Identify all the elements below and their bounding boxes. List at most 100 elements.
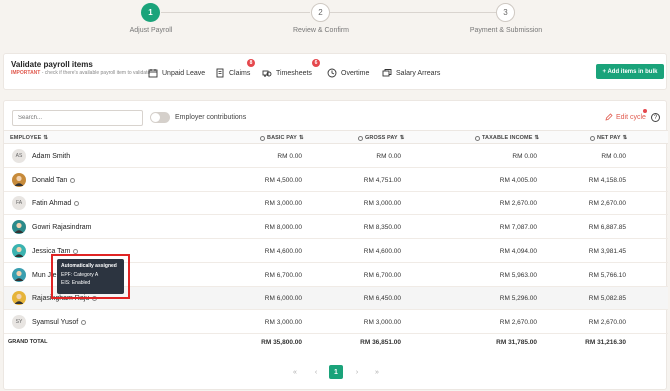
cell-gross: RM 0.00 xyxy=(376,153,401,160)
toolbar-timesheets[interactable]: Timesheets 6 xyxy=(262,59,320,79)
employer-contributions-label: Employer contributions xyxy=(175,114,247,121)
info-icon[interactable] xyxy=(74,201,80,207)
toggle-knob xyxy=(151,113,160,122)
col-taxable-income-label: TAXABLE INCOME xyxy=(482,135,533,141)
cell-basic: RM 6,000.00 xyxy=(264,295,302,303)
clock-icon xyxy=(327,68,337,78)
avatar xyxy=(12,267,26,282)
help-icon[interactable]: ? xyxy=(651,113,660,122)
avatar: AS xyxy=(12,149,26,163)
page-1-button[interactable]: 1 xyxy=(329,365,343,379)
validate-note: IMPORTANT - check if there's available p… xyxy=(11,70,151,77)
cell-basic: RM 0.00 xyxy=(277,153,302,160)
employee-name[interactable]: Gowri Rajasindram xyxy=(32,224,92,231)
cell-gross: RM 6,700.00 xyxy=(363,271,401,279)
cell-basic: RM 3,000.00 xyxy=(264,200,302,208)
toolbar-salary-arrears[interactable]: Salary Arrears xyxy=(382,67,440,79)
cell-taxable: RM 4,094.00 xyxy=(499,247,537,255)
validate-payroll-card: Validate payroll items IMPORTANT - check… xyxy=(3,53,667,90)
edit-cycle-button[interactable]: Edit cycle xyxy=(605,113,646,121)
person-icon xyxy=(14,246,24,257)
table-row[interactable]: SY Syamsul Yusof RM 3,000.00 RM 3,000.00 RM … xyxy=(4,311,668,334)
cell-gross: RM 6,450.00 xyxy=(363,295,401,303)
add-items-in-bulk-button[interactable]: + Add items in bulk xyxy=(596,64,664,79)
table-row[interactable]: Gowri Rajasindram RM 8,000.00 RM 8,350.00 R… xyxy=(4,216,668,240)
table-header: EMPLOYEE ⇅ BASIC PAY ⇅ GROSS PAY ⇅ TAXABLE … xyxy=(4,130,668,144)
employee-name[interactable]: Donald Tan xyxy=(32,176,76,184)
cell-net: RM 2,670.00 xyxy=(588,318,626,326)
claims-count-badge: 8 xyxy=(247,59,255,67)
col-employee[interactable]: EMPLOYEE ⇅ xyxy=(10,135,48,141)
col-net-pay[interactable]: NET PAY ⇅ xyxy=(590,135,627,141)
sort-icon: ⇅ xyxy=(534,135,540,141)
tooltip-epf: EPF: Category A xyxy=(61,271,99,278)
payroll-table-card: Employer contributions Edit cycle ? EMPL… xyxy=(3,100,668,390)
avatar xyxy=(12,220,26,235)
avatar xyxy=(12,243,26,258)
stepper-connector xyxy=(161,12,310,13)
step-1-circle[interactable]: 1 xyxy=(141,3,160,22)
employee-name[interactable]: Fatin Ahmad xyxy=(32,200,80,207)
cell-gross: RM 8,350.00 xyxy=(363,224,401,232)
info-icon xyxy=(590,135,595,141)
cell-net: RM 0.00 xyxy=(601,153,626,160)
stepper-connector xyxy=(330,12,496,13)
col-net-pay-label: NET PAY xyxy=(597,135,621,141)
prev-page-button[interactable]: ‹ xyxy=(309,365,323,379)
person-icon xyxy=(14,222,24,234)
col-basic-pay-label: BASIC PAY xyxy=(267,135,297,141)
stack-icon xyxy=(382,69,392,77)
next-page-button[interactable]: › xyxy=(350,365,364,379)
employer-contributions-toggle[interactable] xyxy=(150,112,170,123)
employee-name-text: Syamsul Yusof xyxy=(32,318,79,326)
col-taxable-income[interactable]: TAXABLE INCOME ⇅ xyxy=(475,135,539,141)
employee-name[interactable]: Adam Smith xyxy=(32,153,70,160)
cell-gross: RM 4,600.00 xyxy=(363,247,401,255)
sort-icon: ⇅ xyxy=(298,135,304,141)
cell-basic: RM 6,700.00 xyxy=(264,271,302,279)
grand-total-label: GRAND TOTAL xyxy=(8,339,48,345)
person-icon xyxy=(14,270,24,281)
grand-total-gross-pay: RM 36,851.00 xyxy=(360,339,401,346)
col-gross-pay[interactable]: GROSS PAY ⇅ xyxy=(358,135,404,141)
table-row[interactable]: AS Adam Smith RM 0.00 RM 0.00 RM 0.00 RM 0.00 xyxy=(4,145,668,168)
info-icon xyxy=(260,135,265,141)
col-gross-pay-label: GROSS PAY xyxy=(365,135,398,141)
toolbar-overtime[interactable]: Overtime xyxy=(327,67,369,79)
cell-net: RM 5,766.10 xyxy=(588,271,626,279)
step-2-label: Review & Confirm xyxy=(292,27,349,34)
employee-name-text: Gowri Rajasindram xyxy=(32,224,92,232)
info-icon[interactable] xyxy=(70,177,76,183)
avatar: FA xyxy=(12,196,26,211)
cell-taxable: RM 2,670.00 xyxy=(499,318,537,326)
cell-net: RM 2,670.00 xyxy=(588,200,626,208)
toolbar-label: Timesheets xyxy=(276,69,312,77)
first-page-button[interactable]: « xyxy=(288,365,302,379)
validate-title: Validate payroll items xyxy=(11,60,93,69)
table-row[interactable]: Donald Tan RM 4,500.00 RM 4,751.00 RM 4,005… xyxy=(4,169,668,192)
toolbar-unpaid-leave[interactable]: Unpaid Leave xyxy=(148,67,205,79)
sort-icon: ⇅ xyxy=(43,135,49,141)
toolbar-claims[interactable]: Claims 8 xyxy=(215,59,255,79)
table-row[interactable]: FA Fatin Ahmad RM 3,000.00 RM 3,000.00 RM 2,… xyxy=(4,192,668,216)
step-3-circle[interactable]: 3 xyxy=(496,3,515,22)
grand-total-net-pay: RM 31,216.30 xyxy=(585,339,626,346)
person-icon xyxy=(14,175,24,186)
step-2-circle[interactable]: 2 xyxy=(311,3,330,22)
pencil-icon xyxy=(605,113,613,121)
person-icon xyxy=(14,294,24,305)
step-1-label: Adjust Payroll xyxy=(129,27,173,34)
search-input[interactable] xyxy=(12,110,143,126)
col-basic-pay[interactable]: BASIC PAY ⇅ xyxy=(260,135,304,141)
cell-gross: RM 4,751.00 xyxy=(363,176,401,184)
info-icon[interactable] xyxy=(81,319,87,325)
employee-name[interactable]: Syamsul Yusof xyxy=(32,318,87,326)
employee-name-text: Donald Tan xyxy=(32,176,68,184)
calendar-icon xyxy=(148,69,158,78)
last-page-button[interactable]: » xyxy=(370,365,384,379)
cell-taxable: RM 0.00 xyxy=(512,153,537,160)
stepper: 1 Adjust Payroll 2 Review & Confirm 3 Pa… xyxy=(0,0,670,48)
tooltip-heading: Automatically assigned xyxy=(61,263,117,269)
clock-truck-icon xyxy=(262,70,272,77)
sort-icon: ⇅ xyxy=(622,135,628,141)
